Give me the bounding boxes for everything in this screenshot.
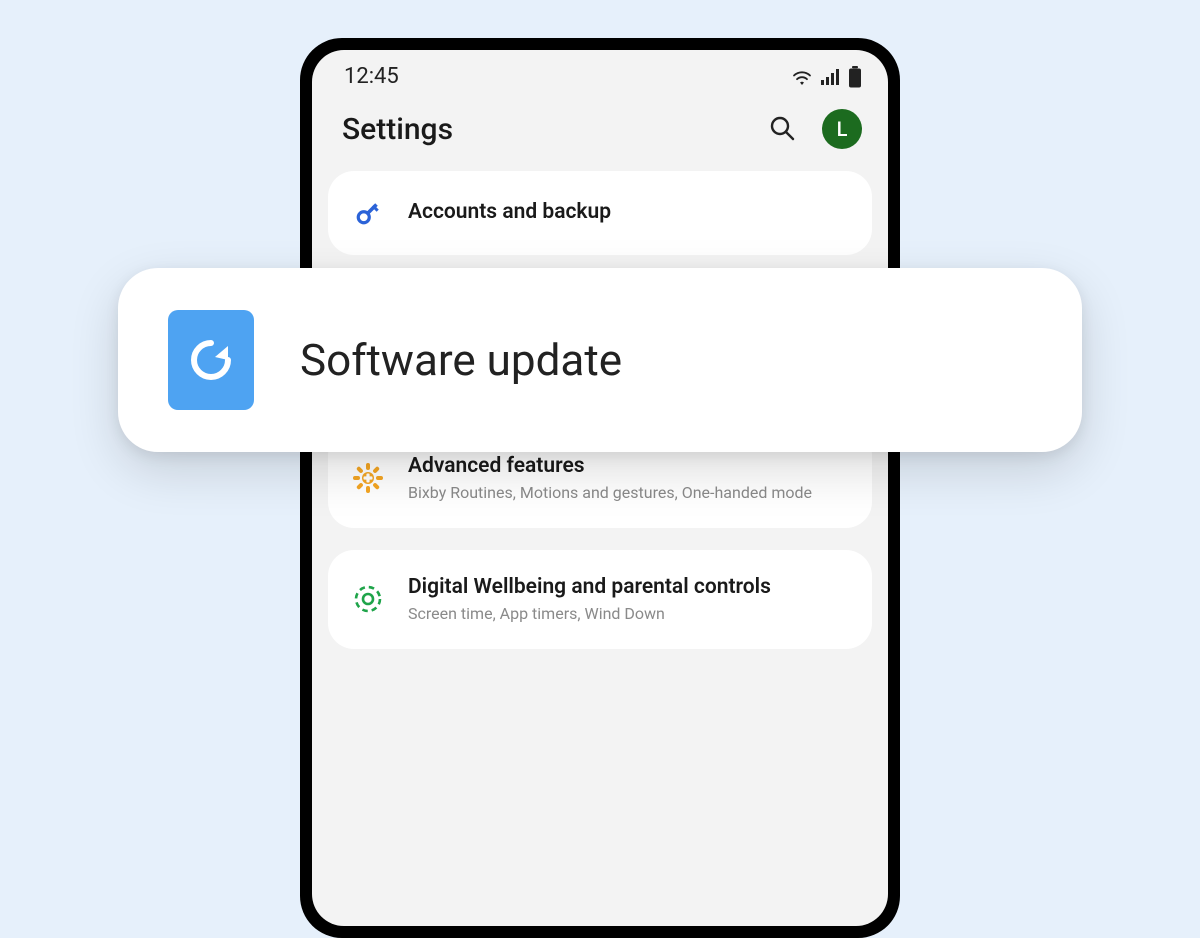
update-icon (168, 310, 254, 410)
settings-card-wellbeing: Digital Wellbeing and parental controls … (328, 550, 872, 649)
header-actions: L (764, 109, 862, 149)
wellbeing-icon (350, 581, 386, 617)
settings-card-accounts: Accounts and backup (328, 171, 872, 255)
row-text: Accounts and backup (408, 199, 850, 226)
settings-header: Settings L (312, 95, 888, 171)
row-title: Advanced features (408, 453, 850, 480)
software-update-label: Software update (300, 334, 622, 386)
row-subtitle: Screen time, App timers, Wind Down (408, 603, 850, 625)
status-icons (790, 66, 862, 88)
settings-row-wellbeing[interactable]: Digital Wellbeing and parental controls … (328, 558, 872, 641)
key-icon (350, 195, 386, 231)
profile-avatar[interactable]: L (822, 109, 862, 149)
avatar-initial: L (837, 117, 848, 141)
gear-plus-icon (350, 460, 386, 496)
row-text: Digital Wellbeing and parental controls … (408, 574, 850, 625)
row-text: Advanced features Bixby Routines, Motion… (408, 453, 850, 504)
phone-screen: 12:45 Settings (312, 50, 888, 926)
search-icon (768, 114, 796, 142)
row-title: Accounts and backup (408, 199, 850, 226)
status-time: 12:45 (344, 64, 399, 89)
row-subtitle: Bixby Routines, Motions and gestures, On… (408, 482, 850, 504)
settings-row-accounts[interactable]: Accounts and backup (328, 179, 872, 247)
signal-icon (820, 67, 842, 87)
search-button[interactable] (764, 110, 800, 149)
page-title: Settings (342, 112, 453, 147)
row-title: Digital Wellbeing and parental controls (408, 574, 850, 601)
wifi-icon (790, 67, 814, 87)
battery-icon (848, 66, 862, 88)
phone-frame: 12:45 Settings (300, 38, 900, 938)
status-bar: 12:45 (312, 50, 888, 95)
software-update-card[interactable]: Software update (118, 268, 1082, 452)
